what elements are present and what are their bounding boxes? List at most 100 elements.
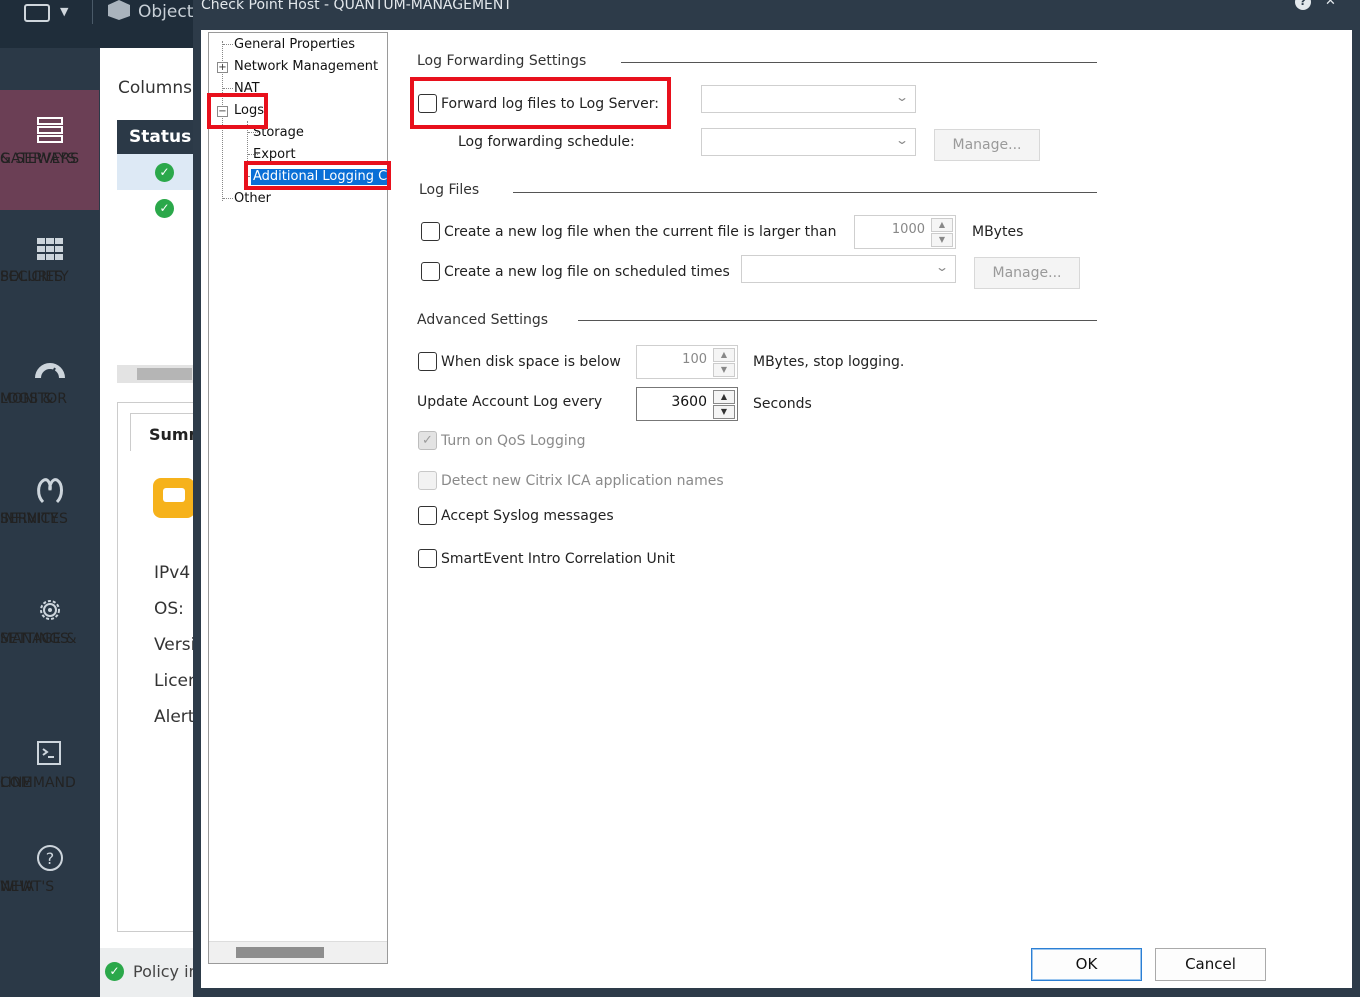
close-icon[interactable]: ✕: [1325, 0, 1336, 9]
stepper-down-icon[interactable]: ▼: [713, 363, 735, 377]
highlight-box-forward-log: [410, 77, 671, 129]
smartevent-intro-label[interactable]: SmartEvent Intro Correlation Unit: [441, 551, 675, 567]
log-server-dropdown[interactable]: ⌄: [701, 85, 916, 113]
nav-label: SETTINGS: [0, 631, 69, 647]
ok-status-icon: ✓: [155, 199, 174, 218]
ok-status-icon: ✓: [155, 163, 174, 182]
dialog-body: General Properties + Network Management …: [201, 30, 1352, 988]
ok-status-icon: ✓: [105, 962, 124, 981]
stepper-up-icon[interactable]: ▲: [713, 390, 735, 404]
scrollbar-thumb[interactable]: [236, 947, 324, 958]
manage-forwarding-schedule-button[interactable]: Manage...: [934, 129, 1040, 161]
chevron-down-icon: ⌄: [894, 133, 910, 147]
disk-space-label[interactable]: When disk space is below: [441, 354, 621, 370]
policy-status-text: Policy in: [133, 962, 199, 981]
highlight-box-logs: [207, 93, 268, 129]
table-row[interactable]: ✓: [117, 190, 197, 226]
nav-label: & SERVERS: [0, 151, 80, 167]
new-log-file-scheduled-label[interactable]: Create a new log file on scheduled times: [444, 264, 730, 280]
status-column-header[interactable]: Status: [117, 120, 197, 154]
stepper-down-icon[interactable]: ▼: [713, 405, 735, 419]
section-advanced-settings: Advanced Settings: [417, 312, 549, 328]
citrix-ica-label: Detect new Citrix ICA application names: [441, 473, 724, 489]
section-log-files: Log Files: [419, 182, 480, 198]
nav-security-policies[interactable]: SECURITY POLICIES: [0, 234, 99, 285]
command-line-icon: [36, 741, 61, 765]
scrollbar-thumb[interactable]: [137, 368, 192, 380]
gateway-object-icon: [153, 478, 195, 518]
app-menu-icon[interactable]: [24, 4, 50, 22]
chevron-down-icon[interactable]: ▼: [60, 5, 68, 18]
nav-label: POLICIES: [0, 269, 64, 285]
ok-button[interactable]: OK: [1031, 948, 1142, 981]
disk-space-value[interactable]: 100: [682, 352, 707, 367]
table-horizontal-scrollbar[interactable]: [117, 365, 197, 383]
help-icon: ?: [36, 845, 63, 871]
log-file-size-value[interactable]: 1000: [892, 222, 925, 237]
summary-prop-alert: Alert: [154, 707, 195, 727]
help-icon[interactable]: ?: [1295, 0, 1311, 10]
summary-prop-ipv4: IPv4: [154, 563, 191, 583]
disk-space-stepper[interactable]: 100 ▲ ▼: [636, 345, 738, 379]
new-log-file-size-label[interactable]: Create a new log file when the current f…: [444, 224, 837, 240]
stepper-up-icon[interactable]: ▲: [713, 348, 735, 362]
nav-whats-new[interactable]: ? WHAT'S NEW: [0, 844, 99, 895]
section-divider: [621, 62, 1097, 63]
nav-label: SERVICES: [0, 511, 68, 527]
chevron-down-icon: ⌄: [894, 90, 910, 104]
nav-gateways-servers[interactable]: GATEWAYS & SERVERS: [0, 90, 99, 210]
tree-item-other[interactable]: Other: [234, 191, 271, 207]
tree-connector: [223, 44, 233, 45]
manage-log-file-schedule-button[interactable]: Manage...: [974, 257, 1080, 289]
nav-label: LINE: [0, 775, 32, 791]
update-account-log-label: Update Account Log every: [417, 394, 603, 410]
update-account-log-stepper[interactable]: 3600 ▲ ▼: [636, 387, 738, 421]
summary-prop-version: Versi: [154, 635, 196, 655]
stepper-down-icon[interactable]: ▼: [931, 233, 953, 247]
smartevent-intro-checkbox[interactable]: [418, 549, 437, 568]
tree-connector: [223, 88, 233, 89]
accept-syslog-label[interactable]: Accept Syslog messages: [441, 508, 614, 524]
tree-item-network-management[interactable]: Network Management: [234, 59, 378, 75]
gateways-servers-icon: [36, 117, 63, 143]
log-file-size-stepper[interactable]: 1000 ▲ ▼: [854, 215, 956, 249]
log-forwarding-schedule-dropdown[interactable]: ⌄: [701, 128, 916, 156]
highlight-box-additional-logging: [244, 161, 391, 190]
left-navigation: GATEWAYS & SERVERS SECURITY POLICIES LOG…: [0, 48, 99, 997]
summary-prop-os: OS:: [154, 599, 184, 619]
new-log-file-scheduled-checkbox[interactable]: [421, 262, 440, 281]
security-policies-icon: [36, 238, 63, 260]
qos-logging-label: Turn on QoS Logging: [441, 433, 586, 449]
log-file-size-unit: MBytes: [972, 224, 1024, 240]
tree-item-general-properties[interactable]: General Properties: [234, 37, 355, 53]
section-log-forwarding: Log Forwarding Settings: [417, 53, 587, 69]
update-account-log-value[interactable]: 3600: [671, 394, 707, 410]
table-row[interactable]: ✓: [117, 154, 197, 190]
nav-manage-settings[interactable]: MANAGE & SETTINGS: [0, 596, 99, 647]
columns-label: Columns:: [118, 78, 198, 98]
disk-space-checkbox[interactable]: [418, 352, 437, 371]
logs-monitor-icon: [34, 363, 65, 379]
tree-connector: [223, 198, 233, 199]
svg-text:?: ?: [45, 849, 54, 868]
dialog-title: Check Point Host - QUANTUM-MANAGEMENT: [201, 0, 512, 13]
gear-icon: [39, 600, 60, 620]
new-log-file-size-checkbox[interactable]: [421, 222, 440, 241]
nav-label: MONITOR: [0, 391, 67, 407]
tab-summary[interactable]: Summ: [130, 413, 205, 451]
accept-syslog-checkbox[interactable]: [418, 506, 437, 525]
stepper-up-icon[interactable]: ▲: [931, 218, 953, 232]
tree-horizontal-scrollbar[interactable]: [209, 941, 387, 963]
nav-logs-monitor[interactable]: LOGS & MONITOR: [0, 356, 99, 407]
log-forwarding-schedule-label: Log forwarding schedule:: [458, 134, 635, 150]
objects-cube-icon[interactable]: [108, 0, 130, 20]
qos-logging-checkbox: ✓: [418, 431, 437, 450]
citrix-ica-checkbox: [418, 471, 437, 490]
nav-command-line[interactable]: COMMAND LINE: [0, 740, 99, 791]
nav-infinity-services[interactable]: INFINITY SERVICES: [0, 476, 99, 527]
host-properties-dialog: Check Point Host - QUANTUM-MANAGEMENT ? …: [193, 0, 1360, 997]
update-account-log-unit: Seconds: [753, 396, 812, 412]
log-file-schedule-dropdown[interactable]: ⌄: [741, 255, 956, 283]
expand-plus-icon[interactable]: +: [217, 62, 228, 73]
cancel-button[interactable]: Cancel: [1155, 948, 1266, 981]
